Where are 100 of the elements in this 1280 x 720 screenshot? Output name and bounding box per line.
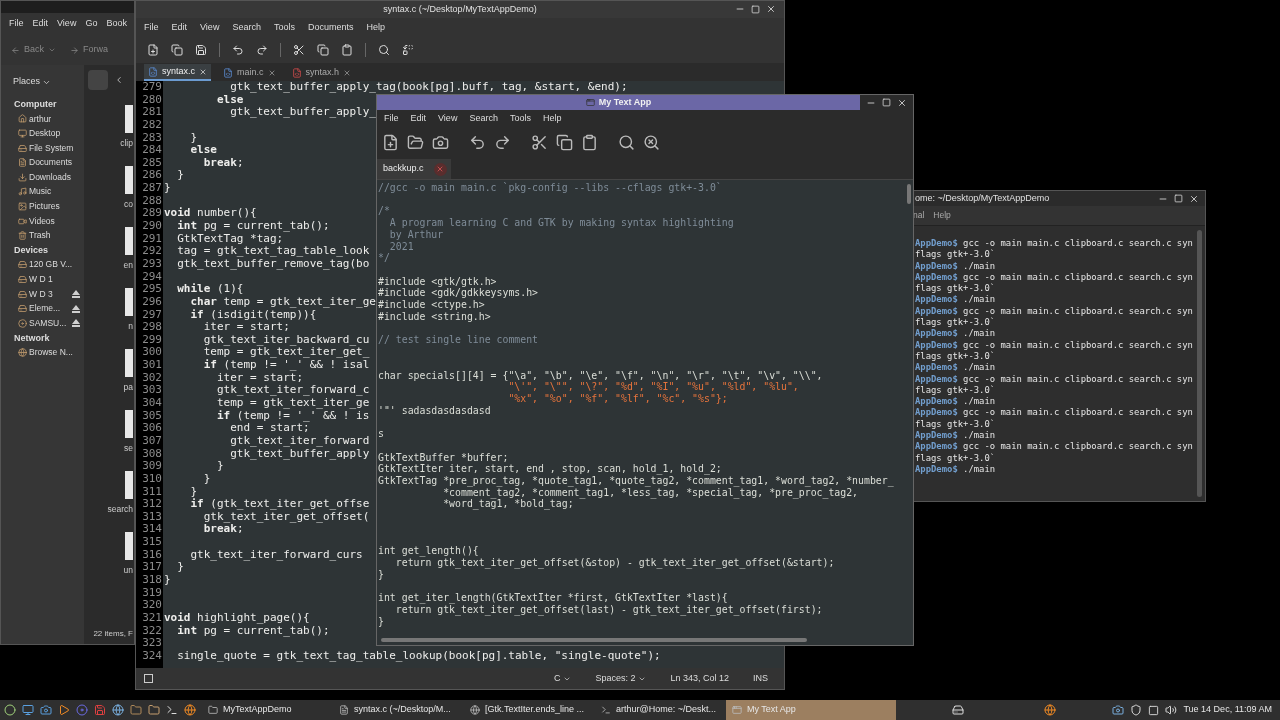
paste-icon[interactable] <box>581 133 598 151</box>
menu-item[interactable]: View <box>57 17 77 31</box>
search-icon[interactable] <box>378 44 390 56</box>
browser-icon[interactable] <box>184 704 196 716</box>
sidebar-item[interactable]: W D 3 <box>29 287 70 301</box>
monitor-icon[interactable] <box>22 704 34 716</box>
menu-item[interactable]: Help <box>542 112 562 126</box>
scrollbar[interactable] <box>381 638 807 642</box>
menu-item[interactable]: View <box>438 112 458 126</box>
new-file-icon[interactable] <box>382 133 399 151</box>
file-label[interactable]: pa <box>123 381 133 394</box>
close-icon[interactable] <box>1189 193 1199 204</box>
sidebar-item[interactable]: SAMSU... <box>29 316 70 330</box>
sidebar-item[interactable]: Documents <box>29 156 80 170</box>
file-label[interactable]: search <box>107 503 133 516</box>
language-selector[interactable]: C <box>553 671 572 686</box>
globe-icon[interactable] <box>112 704 124 716</box>
menu-item[interactable]: Book <box>106 17 127 31</box>
paste-icon[interactable] <box>341 44 353 56</box>
back-button[interactable]: Back <box>11 43 56 57</box>
file-icon[interactable] <box>125 227 133 256</box>
menu-item[interactable]: Edit <box>32 17 49 31</box>
editor-tab[interactable]: backkup.c <box>377 159 451 179</box>
menu-item[interactable]: Edit <box>410 112 427 126</box>
cut-icon[interactable] <box>531 133 548 151</box>
sidebar-item[interactable]: Eleme... <box>29 302 70 315</box>
menu-item[interactable]: Documents <box>307 20 354 35</box>
file-icon[interactable] <box>125 532 133 561</box>
menu-item[interactable]: File <box>9 17 24 31</box>
menu-item[interactable]: Help <box>366 20 385 35</box>
eject-icon[interactable] <box>72 304 80 313</box>
taskbar-button[interactable]: arthur@Home: ~/Deskt... <box>595 700 720 720</box>
menu-item[interactable]: File <box>144 20 159 35</box>
search-replace-icon[interactable] <box>643 133 660 151</box>
close-icon[interactable] <box>267 68 276 77</box>
scrollbar[interactable] <box>1197 230 1202 497</box>
drive-icon[interactable] <box>952 704 965 716</box>
sidebar-item[interactable]: 120 GB V... <box>29 258 80 272</box>
redo-icon[interactable] <box>256 44 268 56</box>
windows-icon[interactable] <box>171 44 183 56</box>
play-icon[interactable] <box>58 704 70 716</box>
file-icon[interactable] <box>125 166 133 195</box>
sidebar-item[interactable]: Desktop <box>29 127 80 140</box>
file-icon[interactable] <box>125 471 133 500</box>
sidebar-item[interactable]: Downloads <box>29 170 80 184</box>
maximize-icon[interactable] <box>751 4 760 14</box>
eject-icon[interactable] <box>72 319 80 328</box>
file-label[interactable]: co <box>124 198 133 211</box>
forward-button[interactable]: Forwa <box>70 43 109 57</box>
menu-item[interactable]: Go <box>85 17 98 31</box>
file-icon[interactable] <box>125 288 133 317</box>
file-label[interactable]: se <box>124 442 133 455</box>
close-icon[interactable] <box>897 97 907 108</box>
undo-icon[interactable] <box>232 44 244 56</box>
sidebar-item[interactable]: Music <box>29 185 80 199</box>
menu-item[interactable]: Tools <box>273 20 295 35</box>
browser-icon[interactable] <box>1044 704 1057 716</box>
close-icon[interactable] <box>766 4 776 14</box>
places-dropdown[interactable]: Places <box>13 75 51 89</box>
maximize-icon[interactable] <box>1174 194 1183 203</box>
folder-icon[interactable] <box>407 133 424 151</box>
sidebar-item[interactable]: File System <box>29 141 80 155</box>
eject-icon[interactable] <box>72 290 80 298</box>
terminal-icon[interactable] <box>166 704 178 716</box>
undo-icon[interactable] <box>469 133 486 151</box>
redo-icon[interactable] <box>494 133 511 151</box>
file-icon[interactable] <box>125 410 133 439</box>
search-icon[interactable] <box>618 133 635 151</box>
file-label[interactable]: n <box>128 320 133 333</box>
window-icon[interactable] <box>1148 704 1160 716</box>
sidebar-item[interactable]: Trash <box>29 229 80 242</box>
taskbar-button[interactable]: [Gtk.TextIter.ends_line ... <box>464 700 589 720</box>
clock[interactable]: Tue 14 Dec, 11:09 AM <box>1183 703 1276 717</box>
taskbar-button[interactable]: syntax.c (~/Desktop/M... <box>333 700 458 720</box>
sidebar-item[interactable]: W D 1 <box>29 273 80 286</box>
file-icon[interactable] <box>125 349 133 378</box>
editor-tab[interactable]: syntax.c <box>144 64 211 81</box>
new-file-icon[interactable] <box>147 44 159 56</box>
sidebar-item[interactable]: Browse N... <box>29 346 80 359</box>
editor-tab[interactable]: syntax.h <box>287 64 356 81</box>
volume-icon[interactable] <box>1165 704 1178 716</box>
copy-icon[interactable] <box>317 44 329 56</box>
file-label[interactable]: clip <box>120 137 133 150</box>
menu-item[interactable]: Help <box>933 209 951 222</box>
close-icon[interactable] <box>199 67 207 76</box>
folder-icon[interactable] <box>148 704 160 716</box>
menu-item[interactable]: Edit <box>171 20 188 35</box>
panel-toggle[interactable] <box>144 674 153 683</box>
save-icon[interactable] <box>432 133 449 151</box>
menu-item[interactable]: Tools <box>509 112 531 126</box>
menu-icon[interactable] <box>4 704 16 716</box>
menu-item[interactable]: Search <box>469 112 498 126</box>
folder-icon[interactable] <box>130 704 142 716</box>
camera-icon[interactable] <box>1112 704 1125 716</box>
file-label[interactable]: un <box>123 564 133 577</box>
maximize-icon[interactable] <box>882 98 891 107</box>
file-icon[interactable] <box>125 105 133 134</box>
sidebar-item[interactable]: Videos <box>29 214 80 228</box>
camera-icon[interactable] <box>40 704 52 716</box>
close-icon[interactable] <box>343 68 352 77</box>
